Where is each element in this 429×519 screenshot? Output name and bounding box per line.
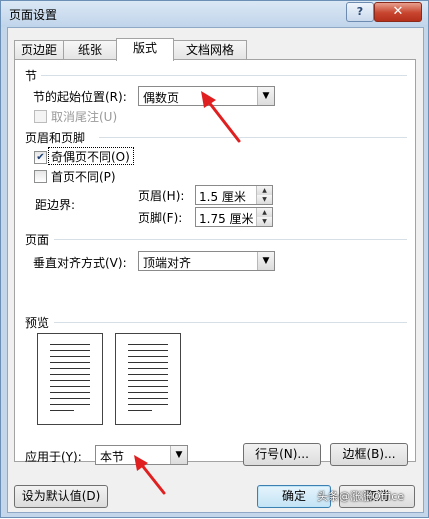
tab-margins[interactable]: 页边距 <box>14 40 64 60</box>
footer-distance-spinner[interactable]: 1.75 厘米 ▲ ▼ <box>195 207 273 227</box>
borders-button[interactable]: 边框(B)... <box>330 443 408 466</box>
apply-to-value: 本节 <box>100 450 125 464</box>
section-start-select[interactable]: 偶数页 ▼ <box>138 86 275 106</box>
title-bar: 页面设置 ? ✕ <box>1 1 428 27</box>
section-start-label: 节的起始位置(R): <box>33 90 127 104</box>
apply-to-label: 应用于(Y): <box>25 450 82 464</box>
spin-down-icon[interactable]: ▼ <box>257 195 272 204</box>
preview-left-page <box>37 333 103 425</box>
headers-footers-separator <box>99 137 407 138</box>
help-button[interactable]: ? <box>346 2 374 22</box>
headers-footers-group-title: 页眉和页脚 <box>25 131 86 145</box>
preview-separator <box>54 322 407 323</box>
footer-distance-value: 1.75 厘米 <box>199 212 254 226</box>
line-numbers-button[interactable]: 行号(N)... <box>243 443 321 466</box>
chevron-down-icon[interactable]: ▼ <box>257 252 274 270</box>
distance-label: 距边界: <box>35 198 76 212</box>
section-separator <box>41 75 407 76</box>
page-group-title: 页面 <box>25 233 50 247</box>
first-page-label[interactable]: 首页不同(P) <box>51 168 116 185</box>
odd-even-checkbox[interactable]: ✔ <box>34 151 47 164</box>
tab-document-grid[interactable]: 文档网格 <box>173 40 247 60</box>
watermark-text: 头条@涨涨Office <box>317 490 405 503</box>
header-distance-value: 1.5 厘米 <box>199 190 246 204</box>
section-start-value: 偶数页 <box>143 91 180 105</box>
odd-even-label[interactable]: 奇偶页不同(O) <box>51 148 130 165</box>
dialog-body: 页边距 纸张 版式 文档网格 节 节的起始位置(R): 偶数页 ▼ 取消尾注(U… <box>7 27 424 513</box>
tab-layout[interactable]: 版式 <box>116 38 174 61</box>
preview-right-page <box>115 333 181 425</box>
vertical-alignment-value: 顶端对齐 <box>143 256 192 270</box>
chevron-down-icon[interactable]: ▼ <box>170 446 187 464</box>
suppress-endnotes-label: 取消尾注(U) <box>51 110 118 124</box>
close-button[interactable]: ✕ <box>374 2 422 22</box>
suppress-endnotes-checkbox[interactable] <box>34 110 47 123</box>
spin-down-icon[interactable]: ▼ <box>257 217 272 226</box>
vertical-alignment-label: 垂直对齐方式(V): <box>33 256 127 270</box>
tab-paper[interactable]: 纸张 <box>63 40 117 60</box>
header-distance-spinner[interactable]: 1.5 厘米 ▲ ▼ <box>195 185 273 205</box>
window-title: 页面设置 <box>9 8 58 22</box>
page-separator <box>54 239 407 240</box>
vertical-alignment-select[interactable]: 顶端对齐 ▼ <box>138 251 275 271</box>
chevron-down-icon[interactable]: ▼ <box>257 87 274 105</box>
footer-spin-buttons[interactable]: ▲ ▼ <box>256 208 272 226</box>
preview-group-title: 预览 <box>25 316 50 330</box>
page-setup-dialog: 页面设置 ? ✕ 页边距 纸张 版式 文档网格 节 节的起始位置(R): 偶数页… <box>0 0 429 518</box>
header-spin-buttons[interactable]: ▲ ▼ <box>256 186 272 204</box>
section-group-title: 节 <box>25 69 38 83</box>
layout-tab-panel: 节 节的起始位置(R): 偶数页 ▼ 取消尾注(U) 页眉和页脚 ✔ 奇偶页不同… <box>14 59 416 466</box>
set-default-button[interactable]: 设为默认值(D) <box>14 485 108 508</box>
apply-to-select[interactable]: 本节 ▼ <box>95 445 188 465</box>
first-page-checkbox[interactable] <box>34 170 47 183</box>
footer-distance-label: 页脚(F): <box>138 211 183 225</box>
header-distance-label: 页眉(H): <box>138 189 185 203</box>
